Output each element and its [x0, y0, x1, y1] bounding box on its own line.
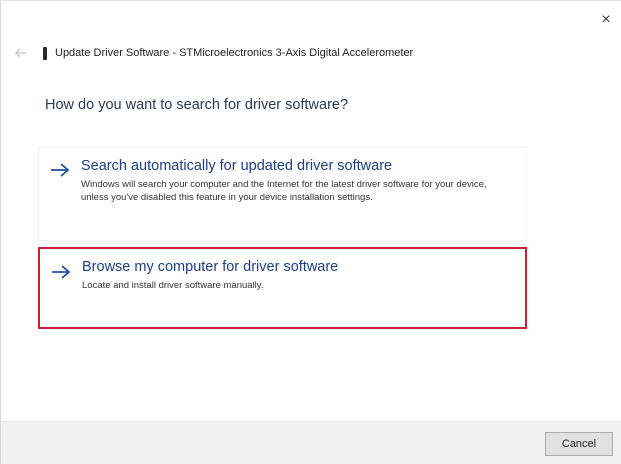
close-icon: ×	[601, 11, 611, 28]
arrow-right-icon	[51, 163, 70, 177]
option-title: Browse my computer for driver software	[82, 259, 339, 275]
option-title: Search automatically for updated driver …	[81, 158, 393, 174]
device-icon	[43, 46, 47, 60]
search-automatically-option[interactable]: Search automatically for updated driver …	[38, 147, 527, 241]
option-description: Locate and install driver software manua…	[82, 280, 264, 291]
browse-computer-option[interactable]: Browse my computer for driver software L…	[38, 247, 527, 329]
page-heading: How do you want to search for driver sof…	[45, 97, 349, 113]
dialog-footer: Cancel	[1, 421, 621, 464]
back-arrow-icon	[15, 48, 26, 58]
cancel-button[interactable]: Cancel	[545, 432, 613, 456]
title-bar: Update Driver Software - STMicroelectron…	[13, 43, 413, 63]
arrow-right-icon	[52, 265, 71, 279]
back-button[interactable]	[13, 45, 29, 61]
close-button[interactable]: ×	[595, 9, 617, 31]
window-title: Update Driver Software - STMicroelectron…	[55, 47, 414, 59]
option-description: Windows will search your computer and th…	[81, 179, 487, 203]
update-driver-dialog: × Update Driver Software - STMicroelectr…	[0, 0, 621, 464]
